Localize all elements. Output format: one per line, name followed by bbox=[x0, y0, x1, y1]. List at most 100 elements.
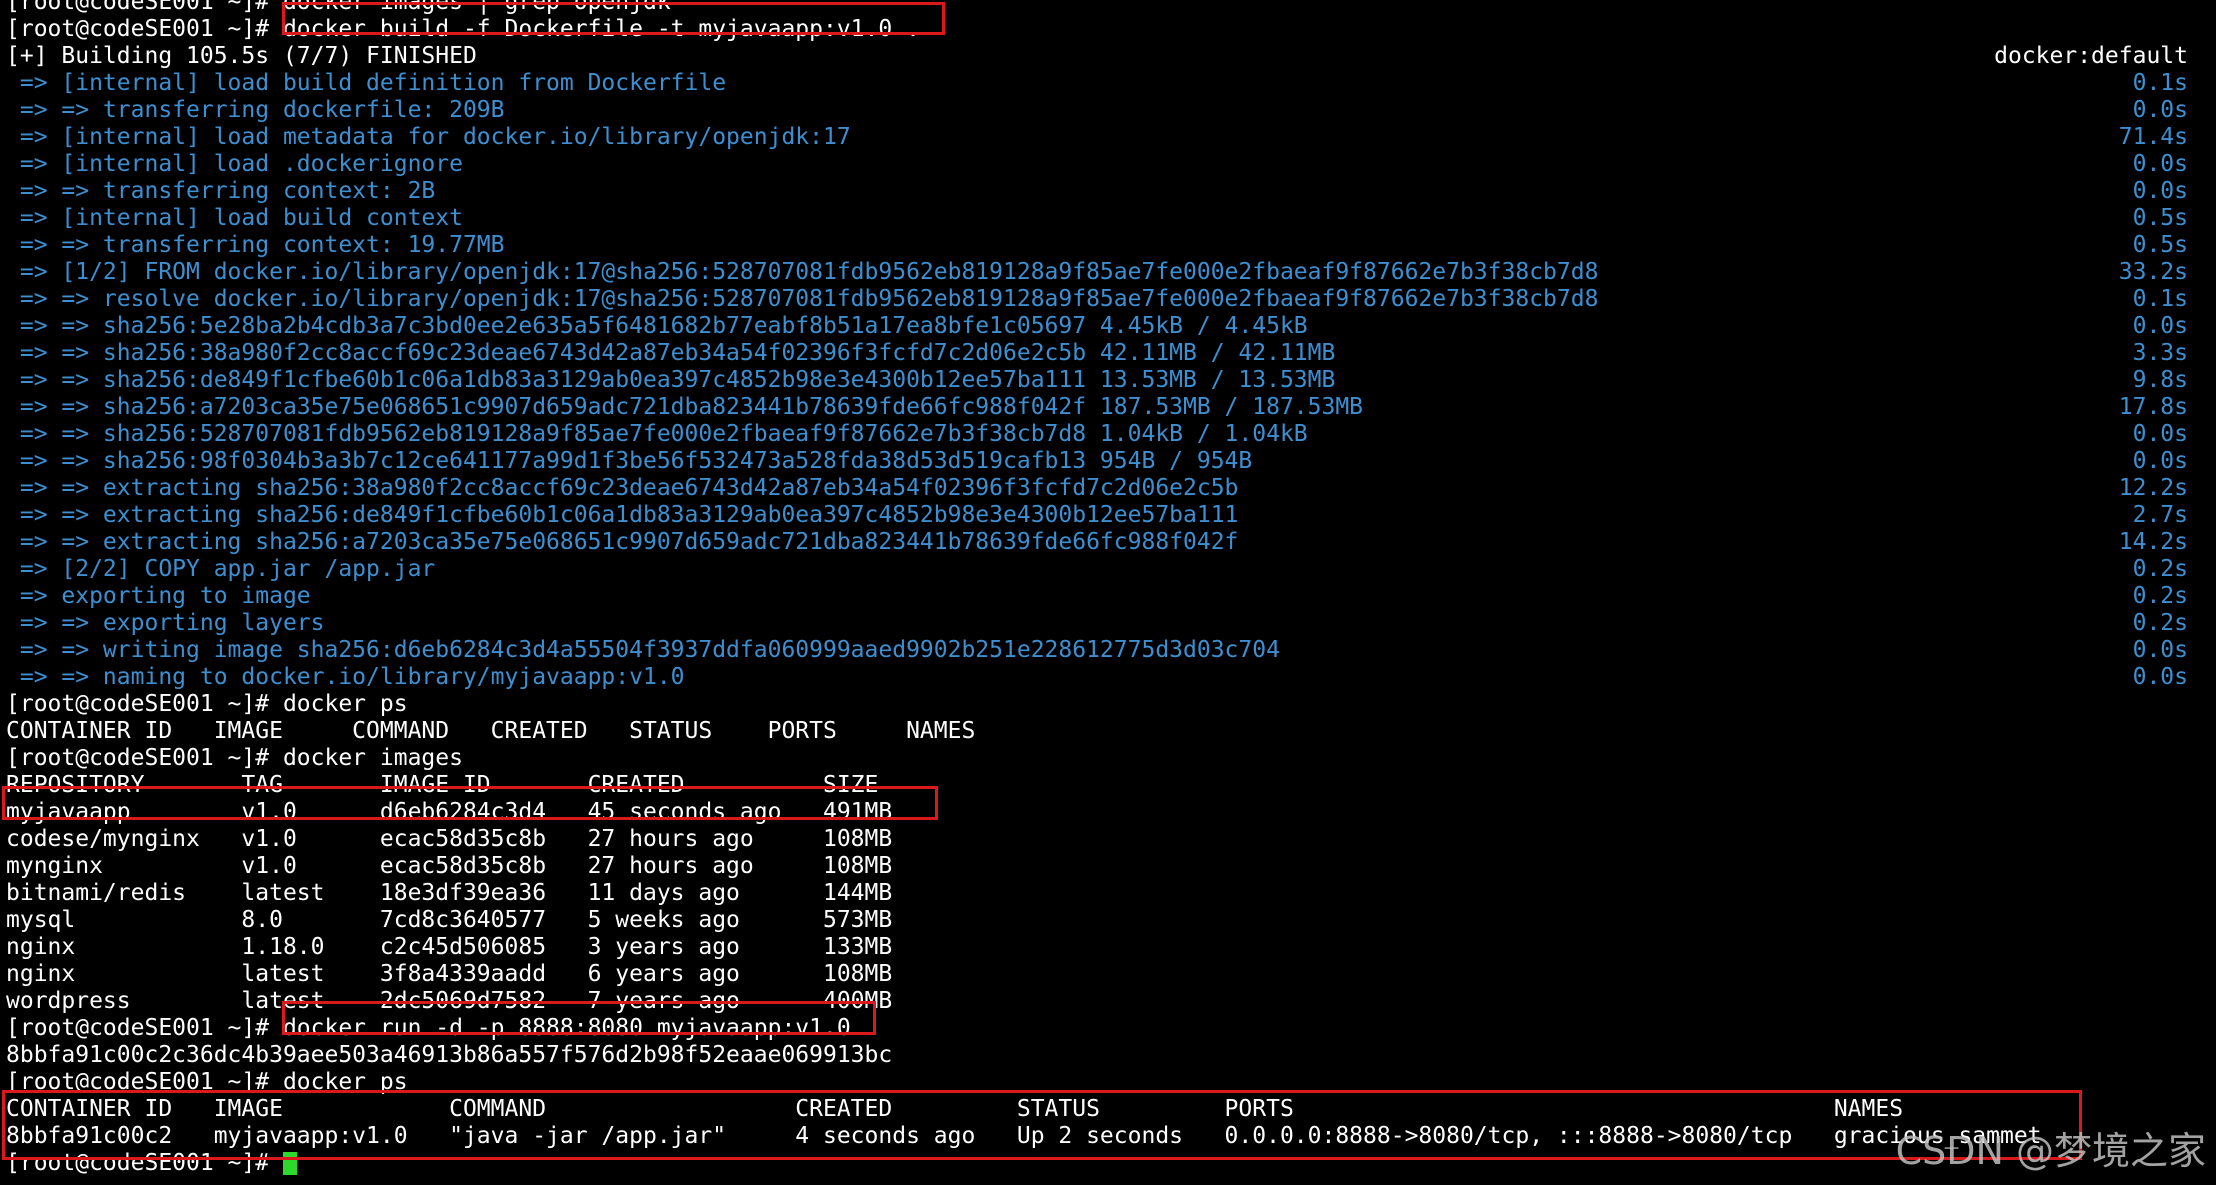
terminal-line: mynginx v1.0 ecac58d35c8b 27 hours ago 1… bbox=[0, 853, 2216, 880]
terminal-line-duration: 0.2s bbox=[2132, 583, 2188, 609]
terminal-line-text: => => extracting sha256:38a980f2cc8accf6… bbox=[6, 475, 1239, 501]
terminal-line: bitnami/redis latest 18e3df39ea36 11 day… bbox=[0, 880, 2216, 907]
terminal-line-text: [root@codeSE001 ~]# docker images | grep… bbox=[6, 0, 671, 15]
terminal-cursor[interactable] bbox=[282, 1152, 297, 1175]
csdn-watermark: CSDN @梦境之家 bbox=[1895, 1129, 2206, 1173]
terminal-line: => [internal] load .dockerignore 0.0s bbox=[0, 151, 2216, 178]
terminal-line: => => resolve docker.io/library/openjdk:… bbox=[0, 286, 2216, 313]
terminal-line: => => sha256:5e28ba2b4cdb3a7c3bd0ee2e635… bbox=[0, 313, 2216, 340]
terminal-line: => => naming to docker.io/library/myjava… bbox=[0, 664, 2216, 691]
terminal-line: CONTAINER ID IMAGE COMMAND CREATED STATU… bbox=[0, 718, 2216, 745]
terminal-line-duration: 17.8s bbox=[2118, 394, 2188, 420]
terminal-line: [root@codeSE001 ~]# docker build -f Dock… bbox=[0, 16, 2216, 43]
terminal-line-text: 8bbfa91c00c2 myjavaapp:v1.0 "java -jar /… bbox=[6, 1123, 2042, 1149]
terminal-line: [root@codeSE001 ~]# docker ps bbox=[0, 1069, 2216, 1096]
terminal-line-text: CONTAINER ID IMAGE COMMAND CREATED STATU… bbox=[6, 718, 976, 744]
terminal-line-text: => => sha256:a7203ca35e75e068651c9907d65… bbox=[6, 394, 1364, 420]
terminal-window[interactable]: [root@codeSE001 ~]# docker images | grep… bbox=[0, 0, 2216, 1185]
terminal-line-duration: 14.2s bbox=[2118, 529, 2188, 555]
terminal-line-text: REPOSITORY TAG IMAGE ID CREATED SIZE bbox=[6, 772, 879, 798]
terminal-line-text: mysql 8.0 7cd8c3640577 5 weeks ago 573MB bbox=[6, 907, 893, 933]
terminal-line: => => extracting sha256:a7203ca35e75e068… bbox=[0, 529, 2216, 556]
terminal-line-duration: 0.0s bbox=[2132, 421, 2188, 447]
terminal-line: => => transferring context: 2B 0.0s bbox=[0, 178, 2216, 205]
terminal-line-duration: 0.2s bbox=[2132, 610, 2188, 636]
terminal-line-text: => => sha256:5e28ba2b4cdb3a7c3bd0ee2e635… bbox=[6, 313, 1308, 339]
terminal-line: [root@codeSE001 ~]# docker run -d -p 888… bbox=[0, 1015, 2216, 1042]
terminal-line: CONTAINER ID IMAGE COMMAND CREATED STATU… bbox=[0, 1096, 2216, 1123]
terminal-line: => => sha256:38a980f2cc8accf69c23deae674… bbox=[0, 340, 2216, 367]
terminal-line: => exporting to image 0.2s bbox=[0, 583, 2216, 610]
terminal-line-text: nginx latest 3f8a4339aadd 6 years ago 10… bbox=[6, 961, 893, 987]
terminal-line-duration: 0.0s bbox=[2132, 178, 2188, 204]
terminal-line-text: [root@codeSE001 ~]# docker run -d -p 888… bbox=[6, 1015, 851, 1041]
terminal-line-duration: 0.2s bbox=[2132, 556, 2188, 582]
terminal-line: [root@codeSE001 ~]# docker images bbox=[0, 745, 2216, 772]
terminal-line: 8bbfa91c00c2 myjavaapp:v1.0 "java -jar /… bbox=[0, 1123, 2216, 1150]
terminal-line-duration: 33.2s bbox=[2118, 259, 2188, 285]
terminal-line-text: => => transferring context: 19.77MB bbox=[6, 232, 505, 258]
terminal-line: nginx latest 3f8a4339aadd 6 years ago 10… bbox=[0, 961, 2216, 988]
terminal-line: mysql 8.0 7cd8c3640577 5 weeks ago 573MB bbox=[0, 907, 2216, 934]
terminal-line: => => sha256:de849f1cfbe60b1c06a1db83a31… bbox=[0, 367, 2216, 394]
terminal-line-duration: 2.7s bbox=[2132, 502, 2188, 528]
terminal-line: codese/mynginx v1.0 ecac58d35c8b 27 hour… bbox=[0, 826, 2216, 853]
terminal-line-text: => => transferring context: 2B bbox=[6, 178, 436, 204]
terminal-line-duration: 0.0s bbox=[2132, 313, 2188, 339]
terminal-line-text: myjavaapp v1.0 d6eb6284c3d4 45 seconds a… bbox=[6, 799, 893, 825]
terminal-line: => [internal] load build definition from… bbox=[0, 70, 2216, 97]
terminal-line: 8bbfa91c00c2c36dc4b39aee503a46913b86a557… bbox=[0, 1042, 2216, 1069]
terminal-line-duration: 0.0s bbox=[2132, 151, 2188, 177]
terminal-line-text: CONTAINER ID IMAGE COMMAND CREATED STATU… bbox=[6, 1096, 1904, 1122]
terminal-line-duration: 0.0s bbox=[2132, 448, 2188, 474]
terminal-line: => => exporting layers 0.2s bbox=[0, 610, 2216, 637]
terminal-line: => => extracting sha256:de849f1cfbe60b1c… bbox=[0, 502, 2216, 529]
terminal-line-duration: 3.3s bbox=[2132, 340, 2188, 366]
terminal-line-duration: 0.0s bbox=[2132, 664, 2188, 690]
terminal-line-text: => => sha256:38a980f2cc8accf69c23deae674… bbox=[6, 340, 1336, 366]
terminal-line-text: => => writing image sha256:d6eb6284c3d4a… bbox=[6, 637, 1280, 663]
terminal-line-text: [root@codeSE001 ~]# docker build -f Dock… bbox=[6, 16, 920, 42]
terminal-line-duration: 0.5s bbox=[2132, 205, 2188, 231]
terminal-line-text: 8bbfa91c00c2c36dc4b39aee503a46913b86a557… bbox=[6, 1042, 893, 1068]
terminal-line-text: => => sha256:98f0304b3a3b7c12ce641177a99… bbox=[6, 448, 1253, 474]
terminal-line-text: [root@codeSE001 ~]# docker ps bbox=[6, 1069, 408, 1095]
terminal-line: wordpress latest 2dc5069d7582 7 years ag… bbox=[0, 988, 2216, 1015]
terminal-line: => [1/2] FROM docker.io/library/openjdk:… bbox=[0, 259, 2216, 286]
terminal-line-text: => [2/2] COPY app.jar /app.jar bbox=[6, 556, 436, 582]
terminal-line-duration: docker:default bbox=[1994, 43, 2188, 69]
terminal-line-text: => => transferring dockerfile: 209B bbox=[6, 97, 505, 123]
terminal-line: => => writing image sha256:d6eb6284c3d4a… bbox=[0, 637, 2216, 664]
terminal-line-text: [root@codeSE001 ~]# docker images bbox=[6, 745, 463, 771]
terminal-line: => [internal] load build context 0.5s bbox=[0, 205, 2216, 232]
terminal-line-text: mynginx v1.0 ecac58d35c8b 27 hours ago 1… bbox=[6, 853, 893, 879]
terminal-line-text: codese/mynginx v1.0 ecac58d35c8b 27 hour… bbox=[6, 826, 893, 852]
terminal-line-duration: 0.1s bbox=[2132, 70, 2188, 96]
terminal-line: => => sha256:98f0304b3a3b7c12ce641177a99… bbox=[0, 448, 2216, 475]
terminal-line-text: => => sha256:de849f1cfbe60b1c06a1db83a31… bbox=[6, 367, 1336, 393]
terminal-line: => => transferring context: 19.77MB 0.5s bbox=[0, 232, 2216, 259]
terminal-line: => [internal] load metadata for docker.i… bbox=[0, 124, 2216, 151]
terminal-line-text: [root@codeSE001 ~]# bbox=[6, 1150, 283, 1176]
terminal-line-text: wordpress latest 2dc5069d7582 7 years ag… bbox=[6, 988, 893, 1014]
terminal-line-duration: 12.2s bbox=[2118, 475, 2188, 501]
terminal-line-text: [+] Building 105.5s (7/7) FINISHED bbox=[6, 43, 477, 69]
terminal-line: => => sha256:a7203ca35e75e068651c9907d65… bbox=[0, 394, 2216, 421]
terminal-line-duration: 0.5s bbox=[2132, 232, 2188, 258]
terminal-line-text: => [internal] load metadata for docker.i… bbox=[6, 124, 851, 150]
terminal-line-text: nginx 1.18.0 c2c45d506085 3 years ago 13… bbox=[6, 934, 893, 960]
terminal-line-duration: 0.1s bbox=[2132, 286, 2188, 312]
terminal-line-text: => => extracting sha256:de849f1cfbe60b1c… bbox=[6, 502, 1239, 528]
terminal-line: => [2/2] COPY app.jar /app.jar 0.2s bbox=[0, 556, 2216, 583]
terminal-line-text: [root@codeSE001 ~]# docker ps bbox=[6, 691, 408, 717]
terminal-line-duration: 71.4s bbox=[2118, 124, 2188, 150]
terminal-line-text: => => exporting layers bbox=[6, 610, 325, 636]
terminal-line-text: => => extracting sha256:a7203ca35e75e068… bbox=[6, 529, 1239, 555]
terminal-line: [+] Building 105.5s (7/7) FINISHED docker… bbox=[0, 43, 2216, 70]
terminal-line: => => sha256:528707081fdb9562eb819128a9f… bbox=[0, 421, 2216, 448]
terminal-line: nginx 1.18.0 c2c45d506085 3 years ago 13… bbox=[0, 934, 2216, 961]
terminal-line: REPOSITORY TAG IMAGE ID CREATED SIZE bbox=[0, 772, 2216, 799]
terminal-line-text: => => resolve docker.io/library/openjdk:… bbox=[6, 286, 1599, 312]
terminal-line: [root@codeSE001 ~]# bbox=[0, 1150, 2216, 1177]
terminal-line-text: => [internal] load build context bbox=[6, 205, 463, 231]
